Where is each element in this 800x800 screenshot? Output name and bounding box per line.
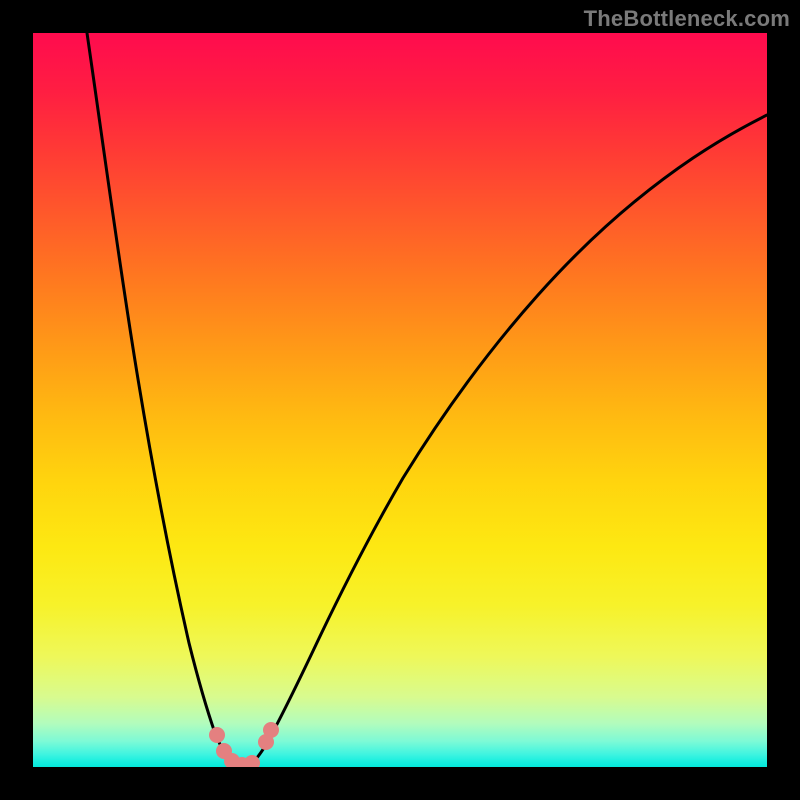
chart-frame: TheBottleneck.com — [0, 0, 800, 800]
plot-area — [33, 33, 767, 767]
attribution-watermark: TheBottleneck.com — [584, 6, 790, 32]
marker-dot — [263, 722, 279, 738]
right-curve — [251, 115, 767, 764]
marker-group — [209, 722, 279, 767]
left-curve — [87, 33, 251, 766]
curve-overlay — [33, 33, 767, 767]
marker-dot — [209, 727, 225, 743]
